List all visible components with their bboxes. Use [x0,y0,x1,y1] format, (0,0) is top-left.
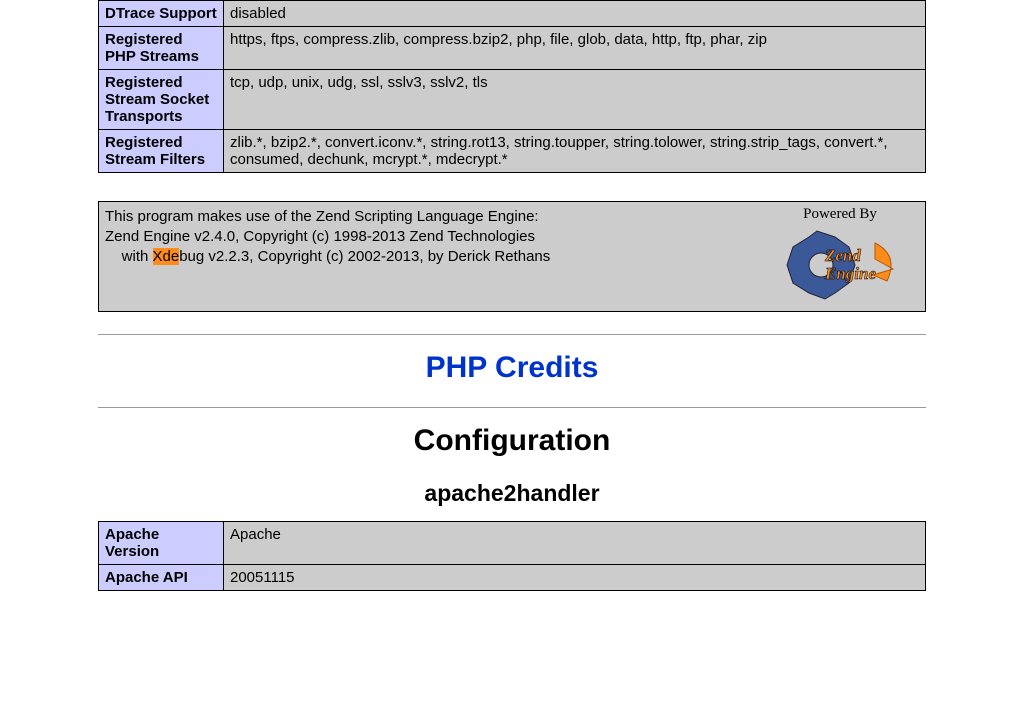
row-label: Registered Stream Filters [99,130,224,173]
row-value: Apache [224,522,926,565]
row-value: https, ftps, compress.zlib, compress.bzi… [224,27,926,70]
zend-engine-box: This program makes use of the Zend Scrip… [98,201,926,312]
search-highlight: Xde [153,248,180,265]
row-label: Registered Stream Socket Transports [99,70,224,130]
row-value: 20051115 [224,565,926,591]
row-value: zlib.*, bzip2.*, convert.iconv.*, string… [224,130,926,173]
divider [98,334,926,335]
apache-info-table: Apache Version Apache Apache API 2005111… [98,521,926,591]
php-credits-link[interactable]: PHP Credits [426,351,599,384]
zend-engine-logo: Zend Engine [775,225,905,303]
row-label: Registered PHP Streams [99,27,224,70]
zend-text2: Engine [824,264,876,283]
row-value: tcp, udp, unix, udg, ssl, sslv3, sslv2, … [224,70,926,130]
row-label: Apache Version [99,522,224,565]
zend-logo-area: Powered By Zend Engine [765,206,915,303]
zend-text1: Zend [824,246,861,265]
row-value: disabled [224,1,926,27]
configuration-heading: Configuration [98,424,926,458]
module-heading: apache2handler [98,480,926,507]
php-credits-heading: PHP Credits [98,351,926,385]
system-info-table: DTrace Support disabled Registered PHP S… [98,0,926,173]
divider [98,407,926,408]
row-label: Apache API [99,565,224,591]
row-label: DTrace Support [99,1,224,27]
powered-by-text: Powered By [765,206,915,223]
